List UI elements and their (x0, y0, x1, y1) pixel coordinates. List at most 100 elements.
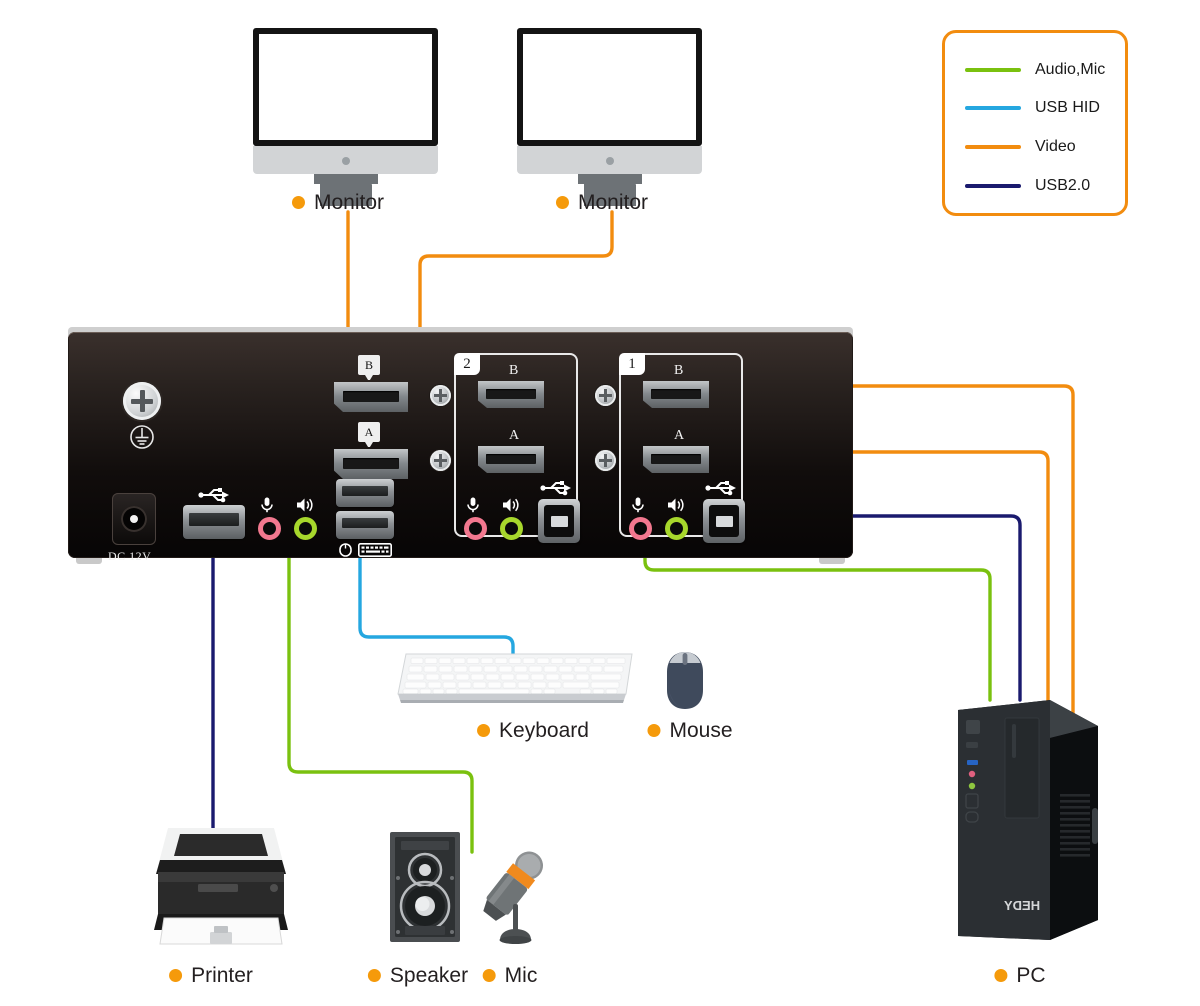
legend-label: USB2.0 (1035, 177, 1091, 194)
legend-item-usb2: USB2.0 (965, 177, 1090, 195)
port-2-mic-jack[interactable] (464, 517, 487, 540)
legend-item-usbhid: USB HID (965, 99, 1100, 117)
monitor-left-label: Monitor (291, 191, 385, 214)
port-group-1-video-a[interactable] (643, 446, 709, 473)
usb-icon (198, 488, 229, 503)
usb-icon (705, 481, 736, 496)
console-usb-hid-port-upper[interactable] (336, 479, 394, 507)
port-screw-1-lower (595, 450, 616, 471)
legend-swatch-usbhid (965, 106, 1021, 110)
monitor-neck (577, 174, 642, 184)
keyboard-label: Keyboard (477, 720, 589, 741)
bullet-dot (647, 724, 661, 737)
kvm-switch[interactable]: DC 12V B A 2 B A 1 B A (68, 327, 853, 564)
speaker-icon (297, 498, 313, 512)
legend-swatch-video (965, 145, 1021, 149)
mic-icon (467, 497, 479, 513)
label-text: Mic (504, 964, 538, 987)
diagram-canvas: Monitor Monitor Audio,Mic USB HID Video … (0, 0, 1200, 1006)
port-1-speaker-jack[interactable] (665, 517, 688, 540)
port-group-2-video-a[interactable] (478, 446, 544, 473)
bullet-dot (555, 196, 569, 209)
bullet-dot (169, 969, 183, 982)
console-speaker-jack[interactable] (294, 517, 317, 540)
mouse-device[interactable] (663, 650, 707, 712)
label-text: Keyboard (499, 719, 589, 742)
port-group-1-b-label: B (674, 363, 684, 378)
mic-icon (632, 497, 644, 513)
legend-label: Video (1035, 138, 1076, 155)
console-usb-a-port[interactable] (183, 505, 245, 539)
mouse-label: Mouse (647, 719, 733, 742)
label-text: Speaker (389, 964, 469, 987)
port-2-speaker-jack[interactable] (500, 517, 523, 540)
console-video-a-badge: A (358, 422, 380, 442)
speaker-label: Speaker (367, 964, 469, 987)
dc-power-label: DC 12V (108, 549, 152, 563)
console-usb-hid-port-lower[interactable] (336, 511, 394, 539)
speaker-device[interactable] (388, 830, 462, 944)
port-group-2-video-b[interactable] (478, 381, 544, 408)
label-text: Printer (191, 964, 253, 987)
ground-screw-icon (123, 382, 161, 420)
port-1-mic-jack[interactable] (629, 517, 652, 540)
console-mic-jack[interactable] (258, 517, 281, 540)
port-group-1-number: 1 (619, 353, 645, 375)
monitor-screen (253, 28, 438, 146)
legend-swatch-usb2 (965, 184, 1021, 188)
kvm-foot-left (76, 558, 102, 564)
dc-power-jack[interactable] (112, 493, 156, 545)
port-group-2-a-label: A (509, 428, 520, 443)
port-screw-1-upper (595, 385, 616, 406)
speaker-icon (668, 498, 684, 512)
port-group-2-b-label: B (509, 363, 519, 378)
port-group-1-video-b[interactable] (643, 381, 709, 408)
bullet-dot (291, 196, 305, 209)
legend-item-video: Video (965, 138, 1076, 156)
console-video-b-badge: B (358, 355, 380, 375)
speaker-icon (503, 498, 519, 512)
legend-box: Audio,Mic USB HID Video USB2.0 (942, 30, 1128, 216)
printer-label: Printer (169, 965, 253, 986)
label-text: Monitor (313, 191, 385, 214)
mic-icon (261, 497, 273, 513)
port-group-1-a-label: A (674, 428, 685, 443)
bullet-dot (477, 724, 491, 737)
port-screw-2-lower (430, 450, 451, 471)
label-text: PC (1016, 964, 1046, 987)
port-screw-2-upper (430, 385, 451, 406)
printer-device[interactable] (150, 826, 292, 948)
port-2-usb-b[interactable] (538, 499, 580, 543)
legend-swatch-audio (965, 68, 1021, 72)
monitor-chin (253, 146, 438, 174)
monitor-chin (517, 146, 702, 174)
pc-label: PC (994, 964, 1046, 987)
mic-label: Mic (482, 964, 538, 987)
monitor-neck (313, 174, 378, 184)
monitor-screen (517, 28, 702, 146)
label-text: Monitor (577, 191, 649, 214)
console-video-a-port[interactable] (334, 449, 408, 479)
pc-device[interactable]: HEDY (950, 698, 1098, 948)
cable-usbhid-console-keyboard (358, 550, 515, 666)
monitor-right[interactable] (517, 28, 702, 206)
port-group-2-number: 2 (454, 353, 480, 375)
mic-device[interactable] (472, 846, 554, 946)
port-1-usb-b[interactable] (703, 499, 745, 543)
monitor-left[interactable] (253, 28, 438, 206)
pc-brand-logo: HEDY (1004, 898, 1040, 913)
kvm-foot-right (819, 558, 845, 564)
keyboard-icon (358, 543, 392, 557)
usb-icon (540, 481, 571, 496)
bullet-dot (482, 969, 496, 982)
console-video-b-port[interactable] (334, 382, 408, 412)
label-text: Mouse (669, 719, 733, 742)
ground-symbol-icon (130, 425, 154, 449)
mouse-icon (339, 543, 352, 557)
bullet-dot (367, 969, 381, 982)
legend-item-audio: Audio,Mic (965, 61, 1105, 79)
bullet-dot (994, 969, 1008, 982)
legend-label: Audio,Mic (1035, 61, 1106, 78)
legend-label: USB HID (1035, 99, 1100, 116)
keyboard-device[interactable] (392, 650, 640, 710)
